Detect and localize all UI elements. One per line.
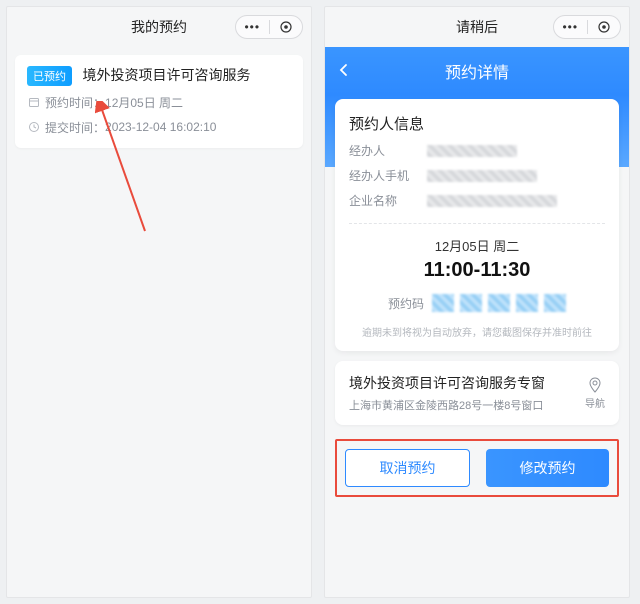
appointment-card[interactable]: 已预约 境外投资项目许可咨询服务 预约时间： 12月05日 周二 提交时间： 2…: [15, 55, 303, 148]
submit-time-label: 提交时间：: [45, 119, 105, 136]
calendar-icon: [27, 96, 41, 108]
redacted-value: [427, 170, 537, 182]
submit-time-value: 2023-12-04 16:02:10: [105, 120, 216, 134]
navigate-button[interactable]: 导航: [585, 377, 605, 410]
back-icon[interactable]: [337, 61, 351, 82]
navigate-label: 导航: [585, 399, 605, 410]
info-heading: 预约人信息: [349, 113, 605, 134]
slot-date: 12月05日 周二: [349, 236, 605, 255]
status-badge: 已预约: [27, 66, 72, 86]
close-icon[interactable]: [588, 21, 621, 33]
slot-time: 11:00-11:30: [349, 259, 605, 282]
titlebar-right-title: 请稍后: [456, 17, 498, 37]
redacted-booking-code: [432, 294, 566, 312]
info-row-company-label: 企业名称: [349, 192, 427, 209]
overdue-hint: 逾期未到将视为自动放弃，请您截图保存并准时前往: [349, 324, 605, 339]
modify-button[interactable]: 修改预约: [486, 449, 609, 487]
window-address: 上海市黄浦区金陵西路28号一楼8号窗口: [349, 397, 545, 413]
miniapp-capsule[interactable]: •••: [235, 15, 303, 39]
action-bar-highlight: 取消预约 修改预约: [335, 439, 619, 497]
titlebar-right: 请稍后 •••: [325, 7, 629, 47]
cancel-button[interactable]: 取消预约: [345, 449, 470, 487]
phone-right: 请稍后 ••• 预约详情 预约人信息 经办人: [324, 6, 630, 598]
location-panel[interactable]: 境外投资项目许可咨询服务专窗 上海市黄浦区金陵西路28号一楼8号窗口 导航: [335, 361, 619, 425]
location-icon: [587, 377, 603, 393]
appointment-date-value: 12月05日 周二: [105, 94, 183, 111]
phone-left: 我的预约 ••• 已预约 境外投资项目许可咨询服务 预约时间: [6, 6, 312, 598]
titlebar-left: 我的预约 •••: [7, 7, 311, 47]
info-row-phone-label: 经办人手机: [349, 167, 427, 184]
clock-icon: [27, 121, 41, 133]
info-panel: 预约人信息 经办人 经办人手机 企业名称 12月05日 周二 11:00-11:…: [335, 99, 619, 351]
time-slot: 12月05日 周二 11:00-11:30 预约码 逾期未到将视为自动放弃，请您…: [349, 223, 605, 339]
cancel-button-label: 取消预约: [380, 458, 436, 478]
miniapp-capsule[interactable]: •••: [553, 15, 621, 39]
modify-button-label: 修改预约: [520, 458, 576, 478]
window-title: 境外投资项目许可咨询服务专窗: [349, 373, 545, 393]
appointment-title: 境外投资项目许可咨询服务: [82, 67, 250, 83]
booking-code-label: 预约码: [388, 295, 424, 312]
redacted-value: [427, 195, 557, 207]
close-icon[interactable]: [270, 21, 303, 33]
menu-icon[interactable]: •••: [236, 20, 269, 34]
hero-title: 预约详情: [325, 47, 629, 83]
redacted-value: [427, 145, 517, 157]
info-row-handler-label: 经办人: [349, 142, 427, 159]
menu-icon[interactable]: •••: [554, 20, 587, 34]
appointment-date-label: 预约时间：: [45, 94, 105, 111]
titlebar-left-title: 我的预约: [131, 17, 187, 37]
